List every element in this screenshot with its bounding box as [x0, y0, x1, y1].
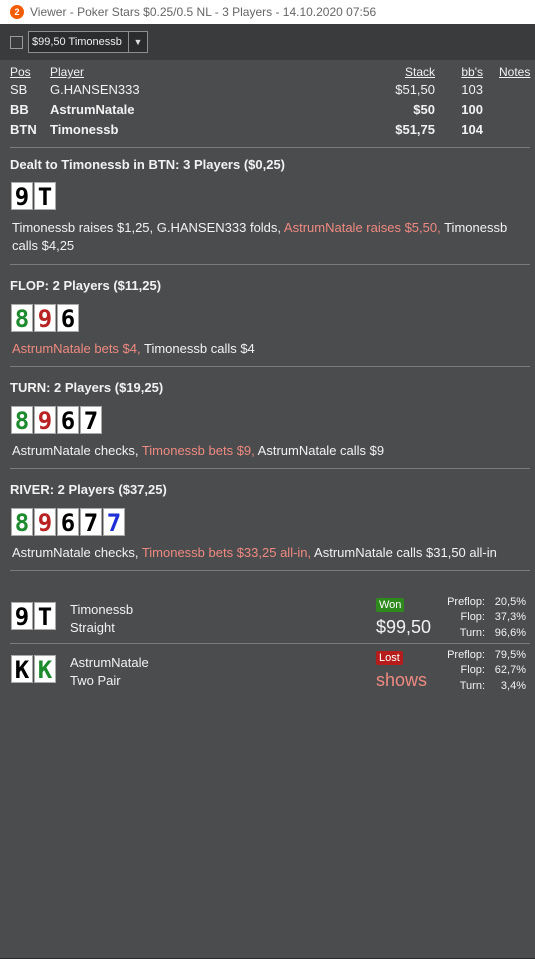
- equity-label: Flop:: [460, 611, 485, 623]
- flop-actions: AstrumNatale bets $4, Timonessb calls $4: [12, 340, 532, 358]
- action-highlight: AstrumNatale raises $5,50,: [283, 220, 441, 235]
- turn-cards: 8967: [11, 406, 102, 435]
- select-checkbox[interactable]: [10, 36, 23, 49]
- row-bbs: 104: [461, 122, 483, 137]
- result-player: Timonessb: [70, 602, 134, 617]
- flop-title: FLOP: 2 Players ($11,25): [10, 278, 162, 293]
- action-text: AstrumNatale calls $9: [254, 443, 385, 458]
- result-player: AstrumNatale: [70, 655, 149, 670]
- playing-card: 9: [34, 406, 56, 435]
- result-hand: Two Pair: [70, 673, 121, 688]
- playing-card: 6: [57, 304, 79, 333]
- action-text: Timonessb raises $1,25, G.HANSEN333 fold…: [12, 220, 284, 235]
- won-amount: $99,50: [376, 617, 432, 637]
- row-stack: $51,50: [395, 82, 435, 97]
- action-highlight: AstrumNatale bets $4,: [12, 341, 141, 356]
- equity-label: Flop:: [460, 664, 485, 676]
- action-highlight: Timonessb bets $33,25 all-in,: [141, 545, 312, 560]
- header-pos[interactable]: Pos: [10, 65, 31, 79]
- playing-card: T: [34, 182, 56, 211]
- action-text: calls $4,25: [12, 238, 75, 253]
- result-cards: 9T: [11, 602, 56, 631]
- divider: [10, 468, 530, 469]
- equity-label: Turn:: [459, 680, 485, 692]
- row-player: AstrumNatale: [50, 102, 135, 117]
- equity-value: 37,3%: [494, 611, 526, 623]
- turn-actions: AstrumNatale checks, Timonessb bets $9, …: [12, 442, 532, 460]
- player-select[interactable]: $99,50 Timonessb ▼: [28, 31, 148, 53]
- equity-value: 62,7%: [494, 664, 526, 676]
- river-actions: AstrumNatale checks, Timonessb bets $33,…: [12, 544, 532, 562]
- result-cards: KK: [11, 655, 56, 684]
- playing-card: K: [11, 655, 33, 684]
- divider: [10, 147, 530, 148]
- chevron-down-icon[interactable]: ▼: [128, 32, 147, 52]
- action-text: AstrumNatale checks,: [12, 545, 142, 560]
- playing-card: T: [34, 602, 56, 631]
- row-bbs: 100: [461, 102, 483, 117]
- playing-card: 7: [103, 508, 125, 537]
- playing-card: 7: [80, 406, 102, 435]
- equity-value: 96,6%: [494, 627, 526, 639]
- playing-card: 9: [34, 508, 56, 537]
- row-player: G.HANSEN333: [50, 82, 140, 97]
- playing-card: 9: [11, 182, 33, 211]
- playing-card: 9: [11, 602, 33, 631]
- equity-label: Preflop:: [447, 596, 485, 608]
- player-select-value: $99,50 Timonessb: [32, 36, 122, 48]
- window-title: Viewer - Poker Stars $0.25/0.5 NL - 3 Pl…: [30, 5, 377, 19]
- shows-text: shows: [376, 670, 428, 690]
- divider: [10, 264, 530, 265]
- river-cards: 89677: [11, 508, 125, 537]
- row-pos: BTN: [10, 122, 37, 137]
- row-stack: $51,75: [395, 122, 435, 137]
- divider: [10, 366, 530, 367]
- lost-badge: Lost: [376, 651, 403, 665]
- row-player: Timonessb: [50, 122, 119, 137]
- toolbar: $99,50 Timonessb ▼: [0, 24, 535, 60]
- app-logo-icon: 2: [10, 5, 24, 19]
- header-stack[interactable]: Stack: [370, 65, 435, 79]
- row-bbs: 103: [461, 82, 483, 97]
- playing-card: 6: [57, 406, 79, 435]
- won-badge: Won: [376, 598, 405, 612]
- row-pos: SB: [10, 82, 28, 97]
- header-bbs[interactable]: bb's: [445, 65, 483, 79]
- preflop-actions: Timonessb raises $1,25, G.HANSEN333 fold…: [12, 219, 532, 255]
- window-titlebar: 2 Viewer - Poker Stars $0.25/0.5 NL - 3 …: [0, 0, 535, 24]
- playing-card: 8: [11, 508, 33, 537]
- equity-label: Preflop:: [447, 649, 485, 661]
- preflop-cards: 9T: [11, 182, 56, 211]
- row-stack: $50: [413, 102, 435, 117]
- result-hand: Straight: [70, 620, 115, 635]
- divider: [10, 570, 530, 571]
- action-text: AstrumNatale checks,: [12, 443, 142, 458]
- playing-card: K: [34, 655, 56, 684]
- turn-title: TURN: 2 Players ($19,25): [10, 380, 164, 395]
- playing-card: 8: [11, 406, 33, 435]
- action-text: Timonessb calls $4: [140, 341, 255, 356]
- flop-cards: 896: [11, 304, 79, 333]
- action-text: Timonessb: [440, 220, 508, 235]
- equity-value: 3,4%: [500, 680, 526, 692]
- action-text: AstrumNatale calls $31,50 all-in: [311, 545, 497, 560]
- action-highlight: Timonessb bets $9,: [141, 443, 255, 458]
- river-title: RIVER: 2 Players ($37,25): [10, 482, 167, 497]
- playing-card: 9: [34, 304, 56, 333]
- equity-value: 20,5%: [494, 596, 526, 608]
- preflop-title: Dealt to Timonessb in BTN: 3 Players ($0…: [10, 157, 286, 172]
- row-pos: BB: [10, 102, 29, 117]
- equity-label: Turn:: [459, 627, 485, 639]
- playing-card: 7: [80, 508, 102, 537]
- header-notes[interactable]: Notes: [499, 65, 530, 79]
- playing-card: 6: [57, 508, 79, 537]
- divider: [10, 643, 530, 644]
- equity-value: 79,5%: [494, 649, 526, 661]
- playing-card: 8: [11, 304, 33, 333]
- header-player[interactable]: Player: [50, 65, 84, 79]
